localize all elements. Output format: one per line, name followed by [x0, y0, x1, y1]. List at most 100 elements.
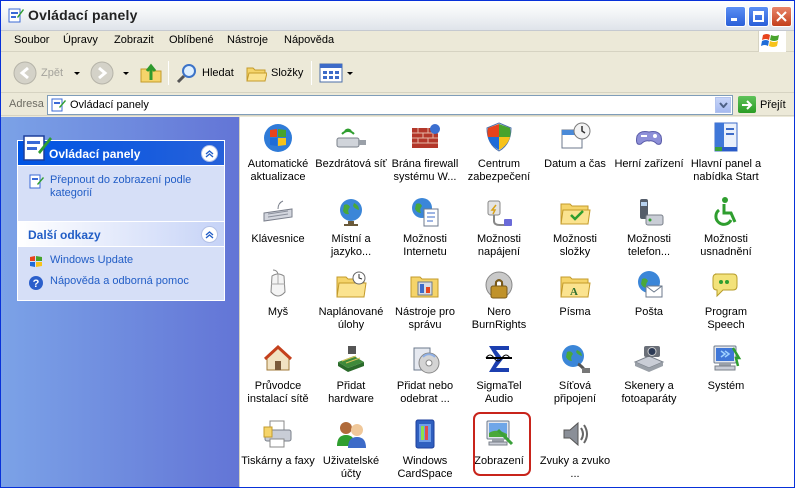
item-internet-options[interactable]: Možnosti Internetu: [388, 195, 462, 259]
folders-button[interactable]: Složky: [245, 59, 303, 87]
firewall-icon: [412, 124, 440, 148]
svg-text:?: ?: [33, 278, 40, 290]
menu-zobrazit[interactable]: Zobrazit: [114, 34, 154, 46]
title-bar[interactable]: Ovládací panely: [1, 1, 794, 31]
menu-oblibene[interactable]: Oblíbené: [169, 34, 214, 46]
item-power-options[interactable]: Možnosti napájení: [462, 195, 536, 259]
item-mail[interactable]: Pošta: [612, 268, 686, 319]
switch-to-category-view-link[interactable]: Přepnout do zobrazení podle kategorií: [28, 174, 214, 200]
item-printers-faxes[interactable]: Tiskárny a faxy: [241, 417, 315, 468]
collapse-button[interactable]: [201, 145, 218, 162]
minimize-icon: [731, 18, 737, 21]
item-label: Systém: [707, 380, 745, 392]
item-user-accounts[interactable]: Uživatelské účty: [314, 417, 388, 481]
search-label: Hledat: [202, 67, 234, 79]
item-fonts[interactable]: A Písma: [538, 268, 612, 319]
item-scanners-cameras[interactable]: Skenery a fotoaparáty: [612, 342, 686, 406]
item-folder-options[interactable]: Možnosti složky: [538, 195, 612, 259]
control-panel-small-icon: [51, 98, 66, 112]
minimize-button[interactable]: [725, 6, 746, 27]
item-label: Možnosti složky: [552, 233, 598, 258]
item-regional-language[interactable]: Místní a jazyko...: [314, 195, 388, 259]
taskbar-icon: [714, 122, 738, 152]
go-button[interactable]: Přejít: [738, 96, 786, 113]
item-wireless-network[interactable]: Bezdrátová síť: [314, 120, 388, 171]
item-label: Datum a čas: [544, 158, 606, 170]
scheduled-tasks-icon: [336, 271, 367, 298]
item-label: Místní a jazyko...: [330, 233, 372, 258]
forward-button[interactable]: [90, 59, 114, 87]
item-label: Průvodce instalací sítě: [247, 380, 309, 405]
item-scheduled-tasks[interactable]: Naplánované úlohy: [314, 268, 388, 332]
item-phone-modem-options[interactable]: Možnosti telefon...: [612, 195, 686, 259]
item-add-remove-programs[interactable]: Přidat nebo odebrat ...: [388, 342, 462, 406]
item-date-time[interactable]: Datum a čas: [538, 120, 612, 171]
item-system[interactable]: Systém: [687, 342, 765, 393]
item-label: Tiskárny a faxy: [241, 455, 315, 467]
views-button[interactable]: [319, 59, 353, 87]
windows-update-icon: [30, 256, 42, 267]
help-support-label: Nápověda a odborná pomoc: [50, 275, 189, 287]
back-arrow-icon: [13, 61, 37, 85]
item-sigmatel-audio[interactable]: SigmaTel Audio: [462, 342, 536, 406]
scanner-camera-icon: [633, 346, 665, 372]
item-network-connections[interactable]: Síťová připojení: [538, 342, 612, 406]
item-administrative-tools[interactable]: Nástroje pro správu: [388, 268, 462, 332]
admin-tools-icon: [410, 276, 439, 298]
item-security-center[interactable]: Centrum zabezpečení: [462, 120, 536, 184]
address-field[interactable]: Ovládací panely: [47, 95, 733, 115]
item-game-controllers[interactable]: Herní zařízení: [612, 120, 686, 171]
address-label: Adresa: [9, 98, 44, 110]
globe-icon: [340, 199, 362, 226]
windows-logo: [758, 31, 786, 52]
item-sounds-audio[interactable]: Zvuky a zvuko ...: [538, 417, 612, 481]
other-links-panel: Další odkazy Windows Update ? Nápověda a…: [17, 221, 225, 301]
network-wizard-icon: [263, 344, 293, 371]
menu-nastroje[interactable]: Nástroje: [227, 34, 268, 46]
item-label: Pošta: [634, 306, 664, 318]
item-windows-cardspace[interactable]: Windows CardSpace: [388, 417, 462, 481]
address-dropdown-button[interactable]: [715, 97, 731, 113]
close-button[interactable]: [771, 6, 792, 27]
menu-upravy[interactable]: Úpravy: [63, 34, 98, 46]
chevron-up-icon: [205, 150, 214, 158]
collapse-button[interactable]: [201, 226, 218, 243]
back-dropdown-icon[interactable]: [74, 72, 80, 75]
control-panel-panel: Ovládací panely Přepnout do zobrazení po…: [17, 135, 225, 225]
menu-napoveda[interactable]: Nápověda: [284, 34, 334, 46]
user-accounts-icon: [337, 422, 366, 448]
windows-update-link[interactable]: Windows Update: [28, 254, 214, 270]
item-add-hardware[interactable]: Přidat hardware: [314, 342, 388, 406]
forward-arrow-icon: [90, 61, 114, 85]
fonts-folder-icon: A: [560, 276, 591, 298]
power-plug-icon: [487, 200, 512, 226]
maximize-button[interactable]: [748, 6, 769, 27]
search-button[interactable]: Hledat: [176, 59, 234, 87]
item-nero-burnrights[interactable]: Nero BurnRights: [462, 268, 536, 332]
forward-dropdown-icon[interactable]: [123, 72, 129, 75]
menu-soubor[interactable]: Soubor: [14, 34, 49, 46]
item-automatic-updates[interactable]: Automatické aktualizace: [241, 120, 315, 184]
icon-view: Automatické aktualizace Bezdrátová síť B…: [239, 117, 794, 487]
item-program-speech[interactable]: Program Speech: [687, 268, 765, 332]
item-label: Hlavní panel a nabídka Start: [690, 158, 762, 183]
item-taskbar-start-menu[interactable]: Hlavní panel a nabídka Start: [687, 120, 765, 184]
item-keyboard[interactable]: Klávesnice: [241, 195, 315, 246]
keyboard-icon: [263, 200, 293, 222]
panel-header-other-links[interactable]: Další odkazy: [18, 222, 224, 247]
task-pane: Ovládací panely Přepnout do zobrazení po…: [1, 117, 239, 487]
item-mouse[interactable]: Myš: [241, 268, 315, 319]
chevron-up-icon: [205, 231, 214, 239]
panel-header-control-panel[interactable]: Ovládací panely: [18, 135, 224, 166]
item-windows-firewall[interactable]: Brána firewall systému W...: [388, 120, 462, 184]
item-network-setup-wizard[interactable]: Průvodce instalací sítě: [241, 342, 315, 406]
network-connections-icon: [562, 345, 590, 373]
item-label: Automatické aktualizace: [247, 158, 309, 183]
gamepad-icon: [636, 131, 662, 145]
help-support-link[interactable]: ? Nápověda a odborná pomoc: [28, 275, 214, 291]
internet-options-icon: [412, 198, 439, 227]
item-accessibility-options[interactable]: Možnosti usnadnění: [687, 195, 765, 259]
back-button[interactable]: Zpět: [13, 59, 63, 87]
automatic-updates-icon: [264, 124, 292, 152]
up-folder-button[interactable]: [139, 59, 163, 87]
